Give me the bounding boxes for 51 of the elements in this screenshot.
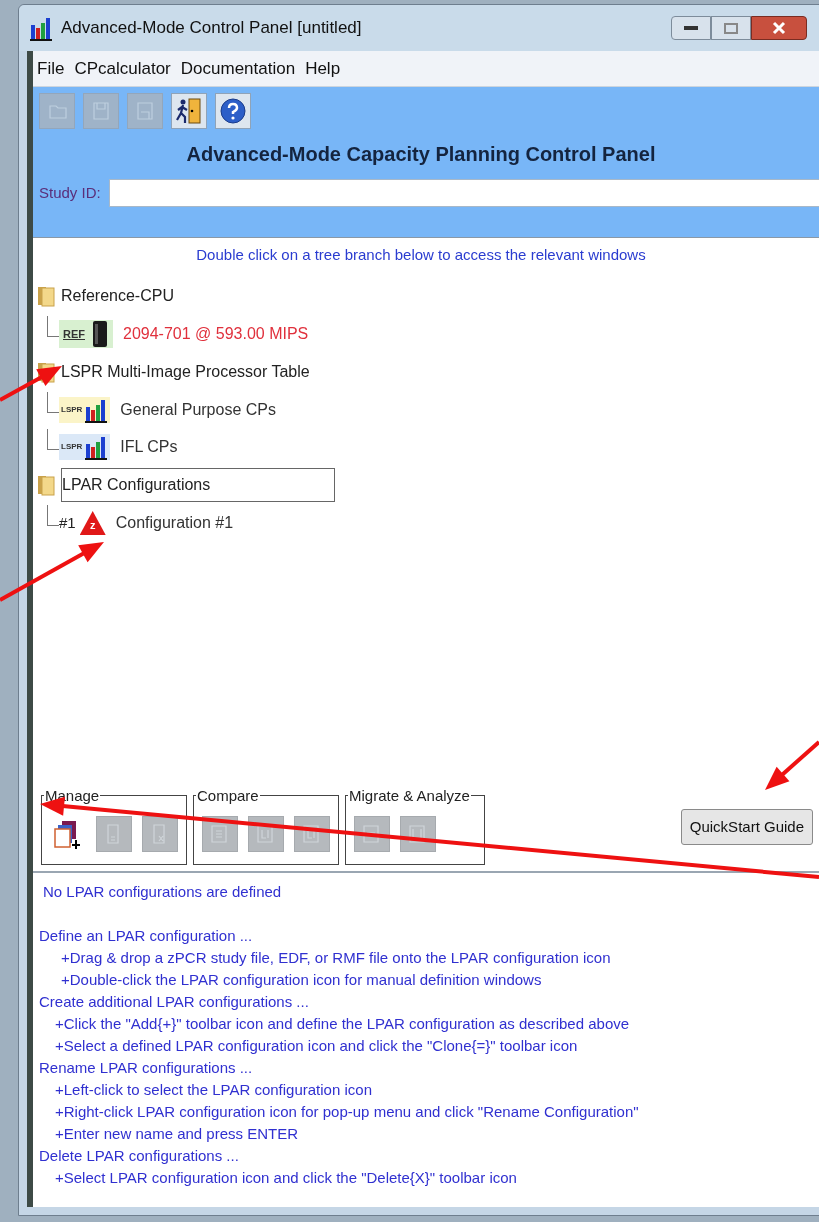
tree-item[interactable]: 2094-701 @ 593.00 MIPS (123, 322, 309, 346)
bar-chart-icon (84, 397, 109, 423)
help-text-line: +Click the "Add{+}" toolbar icon and define the LPAR configuration as described above (54, 1014, 631, 1034)
close-button[interactable] (751, 16, 807, 40)
bar-chart-icon (84, 434, 109, 460)
folder-icon (37, 285, 57, 307)
help-text-line: +Select LPAR configuration icon and click the "Delete{X}" toolbar icon (54, 1168, 518, 1188)
tree-item[interactable]: Configuration #1 (115, 511, 234, 535)
help-text-line: +Right-click LPAR configuration icon for pop-up menu and click "Rename Configuration" (54, 1102, 640, 1122)
menu-item[interactable]: Documentation (180, 55, 296, 82)
close-icon (772, 21, 786, 35)
help-text-line: Delete LPAR configurations ... (39, 1146, 240, 1166)
help-button[interactable] (215, 93, 251, 129)
tree-item[interactable]: General Purpose CPs (120, 398, 276, 422)
help-text-line: +Double-click the LPAR configuration icon for manual definition windows (60, 970, 543, 990)
window-title: Advanced-Mode Control Panel [untitled] (61, 17, 362, 40)
panel-heading: Advanced-Mode Capacity Planning Control Panel (185, 142, 657, 167)
tree-folder[interactable]: Reference-CPU (61, 284, 174, 308)
faded-icon (90, 100, 112, 122)
help-text-line: No LPAR configurations are defined (42, 882, 283, 902)
tree-folder[interactable]: LPAR Configurations (61, 468, 335, 502)
study-id-field[interactable] (108, 179, 819, 207)
server-icon (91, 320, 109, 348)
faded-icon (134, 100, 156, 122)
help-text-line: Create additional LPAR configurations ... (39, 992, 310, 1012)
exit-button[interactable] (171, 93, 207, 129)
annotation-arrow (0, 366, 62, 402)
running-man-door-icon (174, 96, 204, 126)
help-icon (219, 97, 247, 125)
ref-label: REF (63, 326, 85, 342)
lspr-label: LSPR (61, 404, 83, 416)
menu-item[interactable]: Help (305, 55, 341, 82)
folder-icon (37, 474, 57, 496)
minimize-button[interactable] (671, 16, 711, 40)
study-id-label: Study ID: (39, 182, 101, 203)
help-text-line: Rename LPAR configurations ... (39, 1058, 254, 1078)
annotation-arrow (765, 740, 819, 790)
config-number: #1 (59, 512, 76, 533)
help-text-line: +Enter new name and press ENTER (54, 1124, 300, 1144)
menu-item[interactable]: File (37, 55, 65, 82)
lspr-label: LSPR (61, 441, 83, 453)
tree-item[interactable]: IFL CPs (120, 435, 178, 459)
help-text-line: +Left-click to select the LPAR configuration icon (54, 1080, 373, 1100)
menu-item[interactable]: CPcalculator (74, 55, 171, 82)
help-text-line: Define an LPAR configuration ... (39, 926, 254, 946)
quickstart-guide-button[interactable]: QuickStart Guide (680, 809, 813, 845)
help-text-line: +Select a defined LPAR configuration icon and click the "Clone{=}" toolbar icon (54, 1036, 579, 1056)
bar-chart-icon (29, 15, 53, 41)
instruction-text: Double click on a tree branch below to access the relevant windows (195, 245, 647, 265)
help-text-line: +Drag & drop a zPCR study file, EDF, or RMF file onto the LPAR configuration icon (60, 948, 612, 968)
tree-folder[interactable]: LSPR Multi-Image Processor Table (61, 360, 310, 384)
